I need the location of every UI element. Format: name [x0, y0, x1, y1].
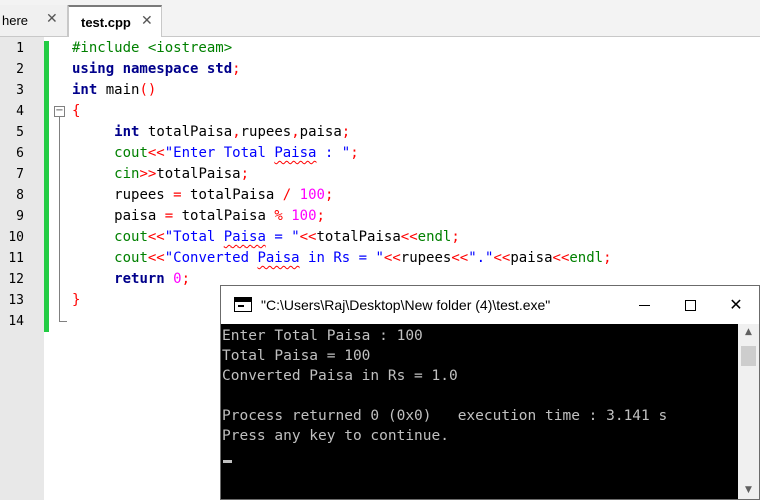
window-title: "C:\Users\Raj\Desktop\New folder (4)\tes…	[261, 297, 551, 313]
code-line-10: cout<<"Total Paisa = "<<totalPaisa<<endl…	[114, 229, 460, 245]
line-number: 2	[16, 62, 24, 77]
minimize-button[interactable]	[621, 286, 667, 324]
code-line-9: paisa = totalPaisa % 100;	[114, 208, 325, 224]
minimize-icon	[638, 304, 650, 306]
line-number: 3	[16, 83, 24, 98]
code-line-5: int totalPaisa,rupees,paisa;	[114, 124, 351, 140]
console-scrollbar[interactable]: ▲ ▼	[738, 324, 759, 499]
line-number: 10	[8, 230, 24, 245]
code-line-3: int main()	[72, 82, 157, 98]
line-number: 9	[16, 209, 24, 224]
tab-label: here	[2, 13, 29, 28]
code-line-4: {	[72, 103, 81, 119]
fold-guide-line	[59, 117, 60, 322]
change-history-bar	[44, 41, 49, 332]
fold-guide-end	[59, 321, 67, 322]
line-number: 12	[8, 272, 24, 287]
tab-label: test.cpp	[81, 14, 131, 30]
line-number: 14	[8, 314, 24, 329]
console-line: Press any key to continue.	[222, 428, 449, 444]
close-icon[interactable]: ✕	[141, 13, 153, 29]
code-line-12: return 0;	[114, 271, 191, 287]
code-line-7: cin>>totalPaisa;	[114, 166, 250, 182]
line-number: 11	[8, 251, 24, 266]
fold-collapse-icon[interactable]: −	[54, 106, 65, 117]
text-cursor	[223, 460, 232, 463]
tab-here[interactable]: here ✕	[0, 5, 68, 36]
line-number: 1	[16, 41, 24, 56]
line-number: 4	[16, 104, 24, 119]
tab-test-cpp[interactable]: test.cpp ✕	[68, 5, 162, 37]
line-number-gutter: 1 2 3 4 5 6 7 8 9 10 11 12 13 14	[0, 37, 44, 500]
console-title-bar[interactable]: "C:\Users\Raj\Desktop\New folder (4)\tes…	[221, 286, 759, 324]
line-number: 8	[16, 188, 24, 203]
console-output[interactable]: Enter Total Paisa : 100 Total Paisa = 10…	[221, 324, 741, 499]
code-line-1: #include <iostream>	[72, 40, 233, 56]
line-number: 6	[16, 146, 24, 161]
line-number: 5	[16, 125, 24, 140]
code-line-13: }	[72, 292, 81, 308]
maximize-icon	[684, 299, 696, 311]
line-number: 7	[16, 167, 24, 182]
scroll-up-icon[interactable]: ▲	[738, 324, 759, 341]
scroll-down-icon[interactable]: ▼	[738, 482, 759, 499]
console-line: Process returned 0 (0x0) execution time …	[222, 408, 668, 424]
tab-bar: here ✕ test.cpp ✕	[0, 0, 760, 37]
code-line-11: cout<<"Converted Paisa in Rs = "<<rupees…	[114, 250, 612, 266]
code-line-2: using namespace std;	[72, 61, 241, 77]
close-icon: ✕	[729, 295, 743, 314]
console-app-icon	[234, 297, 252, 312]
line-number: 13	[8, 293, 24, 308]
console-line: Converted Paisa in Rs = 1.0	[222, 368, 458, 384]
console-line: Total Paisa = 100	[222, 348, 371, 364]
console-line: Enter Total Paisa : 100	[222, 328, 423, 344]
console-window[interactable]: "C:\Users\Raj\Desktop\New folder (4)\tes…	[220, 285, 760, 500]
maximize-button[interactable]	[667, 286, 713, 324]
scrollbar-thumb[interactable]	[741, 346, 756, 366]
code-line-6: cout<<"Enter Total Paisa : ";	[114, 145, 359, 161]
close-icon[interactable]: ✕	[46, 11, 58, 27]
close-button[interactable]: ✕	[713, 286, 759, 324]
code-line-8: rupees = totalPaisa / 100;	[114, 187, 334, 203]
